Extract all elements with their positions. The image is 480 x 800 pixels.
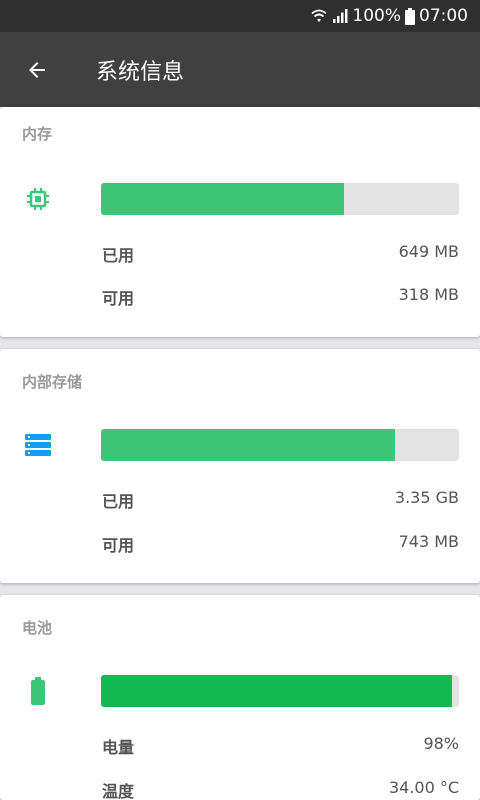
- signal-icon: [332, 8, 348, 24]
- battery-card-title: 电池: [22, 619, 53, 637]
- app-bar: 系统信息: [0, 32, 480, 107]
- storage-usage-fill: [101, 429, 395, 461]
- clock-text: 07:00: [419, 6, 468, 26]
- battery-percent-text: 100%: [352, 6, 401, 26]
- back-arrow-icon: [29, 61, 45, 78]
- memory-used-label: 已用: [102, 246, 135, 265]
- battery-temp-value: 34.00 °C: [388, 778, 459, 797]
- storage-used-value: 3.35 GB: [394, 488, 459, 507]
- storage-used-label: 已用: [102, 492, 135, 511]
- memory-free-value: 318 MB: [398, 285, 459, 304]
- memory-free-label: 可用: [102, 289, 135, 308]
- page-title: 系统信息: [96, 59, 185, 85]
- memory-used-value: 649 MB: [398, 242, 459, 261]
- storage-card: 内部存储 已用 3.35 GB 可用 743 MB: [0, 349, 480, 583]
- status-bar: 100% 07:00: [0, 0, 480, 32]
- battery-level-label: 电量: [102, 738, 135, 757]
- battery-icon: [22, 675, 54, 707]
- battery-temp-label: 温度: [102, 782, 135, 800]
- storage-icon: [22, 429, 54, 461]
- battery-level-bar: [101, 675, 459, 707]
- storage-usage-bar: [101, 429, 459, 461]
- wifi-icon: [310, 8, 328, 24]
- chip-icon: [22, 183, 54, 215]
- battery-level-fill: [101, 675, 452, 707]
- storage-card-title: 内部存储: [22, 373, 83, 391]
- back-button[interactable]: [0, 32, 74, 107]
- memory-usage-bar: [101, 183, 459, 215]
- memory-card: 内存 已用 649 MB 可用 318 MB: [0, 107, 480, 337]
- storage-free-label: 可用: [102, 536, 135, 555]
- battery-card: 电池 电量 98% 温度 34.00 °C: [0, 595, 480, 800]
- battery-status-icon: [405, 7, 415, 25]
- battery-level-value: 98%: [423, 734, 459, 753]
- memory-card-title: 内存: [22, 125, 53, 143]
- memory-usage-fill: [101, 183, 345, 215]
- storage-free-value: 743 MB: [398, 532, 459, 551]
